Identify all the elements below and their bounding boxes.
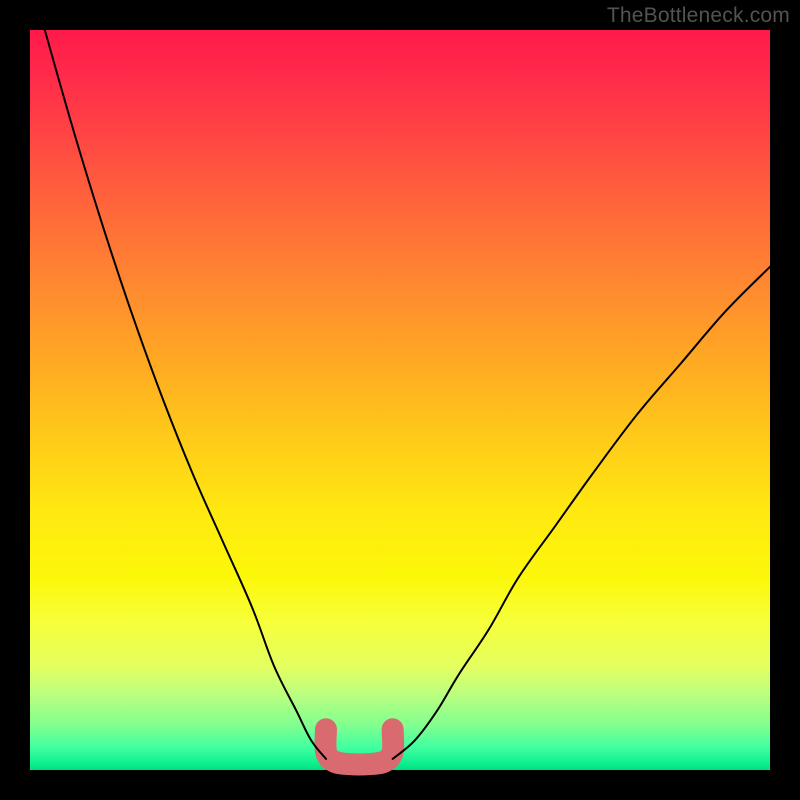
- left-curve-path: [45, 30, 326, 759]
- right-curve-path: [393, 267, 770, 759]
- watermark-text: TheBottleneck.com: [607, 4, 790, 28]
- blob-marker-path: [325, 729, 393, 764]
- chart-plot-area: [30, 30, 770, 770]
- chart-svg: [30, 30, 770, 770]
